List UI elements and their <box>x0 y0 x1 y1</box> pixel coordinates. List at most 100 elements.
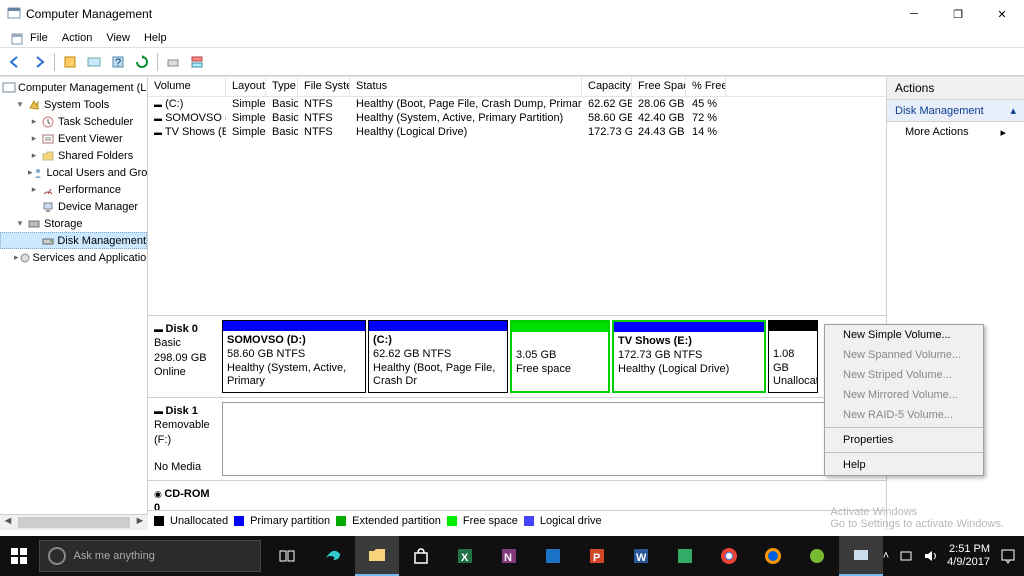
partition-free[interactable]: 3.05 GBFree space <box>510 320 610 393</box>
store-icon[interactable] <box>399 536 443 576</box>
edge-icon[interactable] <box>311 536 355 576</box>
volume-icon[interactable] <box>923 549 937 563</box>
menu-new-spanned-volume[interactable]: New Spanned Volume... <box>825 345 983 365</box>
app-icon[interactable] <box>531 536 575 576</box>
disk-row-cd[interactable]: ◉ CD-ROM 0DVD (G:)No Media <box>148 481 886 510</box>
collapse-icon: ▴ <box>1010 104 1016 117</box>
app-icon[interactable] <box>663 536 707 576</box>
col-pct[interactable]: % Free <box>686 77 726 96</box>
titlebar: Computer Management ─ ❐ ✕ <box>0 0 1024 28</box>
toolbar-icon[interactable]: ? <box>107 51 129 73</box>
toolbar-icon[interactable] <box>83 51 105 73</box>
search-box[interactable]: Ask me anything <box>39 540 261 572</box>
tree-scrollbar[interactable]: ◄► <box>0 514 148 530</box>
menu-new-raid5-volume[interactable]: New RAID-5 Volume... <box>825 405 983 425</box>
network-icon[interactable] <box>899 549 913 563</box>
tree-services-apps[interactable]: ▸Services and Applications <box>0 249 147 266</box>
col-type[interactable]: Type <box>266 77 298 96</box>
start-button[interactable] <box>0 536 39 576</box>
app-icon <box>6 6 22 22</box>
disk-row-0[interactable]: ▬ Disk 0 Basic298.09 GBOnline SOMOVSO (D… <box>148 316 886 398</box>
toolbar-icon[interactable] <box>59 51 81 73</box>
tree-local-users[interactable]: ▸Local Users and Groups <box>0 164 147 181</box>
firefox-icon[interactable] <box>751 536 795 576</box>
toolbar-icon[interactable] <box>162 51 184 73</box>
legend: Unallocated Primary partition Extended p… <box>148 510 886 530</box>
explorer-icon[interactable] <box>355 536 399 576</box>
word-icon[interactable]: W <box>619 536 663 576</box>
minimize-button[interactable]: ─ <box>892 0 936 28</box>
maximize-button[interactable]: ❐ <box>936 0 980 28</box>
menu-help[interactable]: Help <box>825 455 983 475</box>
partition-c[interactable]: (C:)62.62 GB NTFSHealthy (Boot, Page Fil… <box>368 320 508 393</box>
tree-storage[interactable]: ▾Storage <box>0 215 147 232</box>
disk-label: ▬ Disk 0 Basic298.09 GBOnline <box>148 316 222 397</box>
col-capacity[interactable]: Capacity <box>582 77 632 96</box>
tree-root[interactable]: Computer Management (Local <box>0 79 147 96</box>
notifications-icon[interactable] <box>1000 548 1016 564</box>
partition-unallocated[interactable]: 1.08 GBUnallocate <box>768 320 818 393</box>
col-volume[interactable]: Volume <box>148 77 226 96</box>
volumes-header[interactable]: Volume Layout Type File System Status Ca… <box>148 77 886 97</box>
clock[interactable]: 2:51 PM4/9/2017 <box>947 543 990 569</box>
menu-new-simple-volume[interactable]: New Simple Volume... <box>825 325 983 345</box>
disk-graphical-view: ▬ Disk 0 Basic298.09 GBOnline SOMOVSO (D… <box>148 315 886 510</box>
tree-device-manager[interactable]: Device Manager <box>0 198 147 215</box>
system-tray[interactable]: ˄ 2:51 PM4/9/2017 <box>883 543 1024 569</box>
partition-e[interactable]: TV Shows (E:)172.73 GB NTFSHealthy (Logi… <box>612 320 766 393</box>
col-status[interactable]: Status <box>350 77 582 96</box>
col-free[interactable]: Free Space <box>632 77 686 96</box>
close-button[interactable]: ✕ <box>980 0 1024 28</box>
cortana-icon <box>48 547 66 565</box>
tree-disk-management[interactable]: Disk Management <box>0 232 147 249</box>
toolbar-icon[interactable] <box>186 51 208 73</box>
actions-disk-management[interactable]: Disk Management▴ <box>887 100 1024 122</box>
tree-shared-folders[interactable]: ▸Shared Folders <box>0 147 147 164</box>
task-view-icon[interactable] <box>267 536 311 576</box>
menu-help[interactable]: Help <box>138 30 173 46</box>
disk-row-1[interactable]: ▬ Disk 1Removable (F:)No Media <box>148 398 886 481</box>
menu-bar: File Action View Help <box>0 28 1024 48</box>
volume-row[interactable]: ▬ SOMOVSO (D:) SimpleBasic NTFSHealthy (… <box>148 111 886 125</box>
context-menu: New Simple Volume... New Spanned Volume.… <box>824 324 984 476</box>
menu-properties[interactable]: Properties <box>825 430 983 450</box>
tray-chevron-icon[interactable]: ˄ <box>883 550 889 562</box>
svg-text:W: W <box>636 552 647 564</box>
refresh-button[interactable] <box>131 51 153 73</box>
window-title: Computer Management <box>26 7 152 21</box>
menu-new-mirrored-volume[interactable]: New Mirrored Volume... <box>825 385 983 405</box>
app-icon[interactable] <box>795 536 839 576</box>
volume-row[interactable]: ▬ (C:) SimpleBasic NTFSHealthy (Boot, Pa… <box>148 97 886 111</box>
partition-d[interactable]: SOMOVSO (D:)58.60 GB NTFSHealthy (System… <box>222 320 366 393</box>
onenote-icon[interactable]: N <box>487 536 531 576</box>
svg-text:X: X <box>461 552 469 564</box>
search-placeholder: Ask me anything <box>74 550 155 562</box>
navigation-tree[interactable]: Computer Management (Local ▾System Tools… <box>0 77 148 530</box>
actions-more[interactable]: More Actions▸ <box>887 122 1024 142</box>
toolbar: ? <box>0 48 1024 76</box>
volumes-list[interactable]: ▬ (C:) SimpleBasic NTFSHealthy (Boot, Pa… <box>148 97 886 315</box>
volume-row[interactable]: ▬ TV Shows (E:) SimpleBasic NTFSHealthy … <box>148 125 886 139</box>
tree-task-scheduler[interactable]: ▸Task Scheduler <box>0 113 147 130</box>
forward-button[interactable] <box>28 51 50 73</box>
tree-performance[interactable]: ▸Performance <box>0 181 147 198</box>
taskbar[interactable]: Ask me anything X N P W ˄ 2:51 PM4/9/201… <box>0 536 1024 576</box>
powerpoint-icon[interactable]: P <box>575 536 619 576</box>
back-button[interactable] <box>4 51 26 73</box>
tree-system-tools[interactable]: ▾System Tools <box>0 96 147 113</box>
excel-icon[interactable]: X <box>443 536 487 576</box>
menu-view[interactable]: View <box>100 30 136 46</box>
menu-action[interactable]: Action <box>56 30 99 46</box>
file-icon <box>4 30 20 46</box>
svg-text:?: ? <box>115 57 121 69</box>
actions-header: Actions <box>887 77 1024 100</box>
svg-text:N: N <box>504 552 512 564</box>
activate-windows-watermark: Activate Windows Go to Settings to activ… <box>830 506 1004 530</box>
col-fs[interactable]: File System <box>298 77 350 96</box>
menu-new-striped-volume[interactable]: New Striped Volume... <box>825 365 983 385</box>
chrome-icon[interactable] <box>707 536 751 576</box>
app-icon[interactable] <box>839 536 883 576</box>
tree-event-viewer[interactable]: ▸Event Viewer <box>0 130 147 147</box>
col-layout[interactable]: Layout <box>226 77 266 96</box>
menu-file[interactable]: File <box>24 30 54 46</box>
